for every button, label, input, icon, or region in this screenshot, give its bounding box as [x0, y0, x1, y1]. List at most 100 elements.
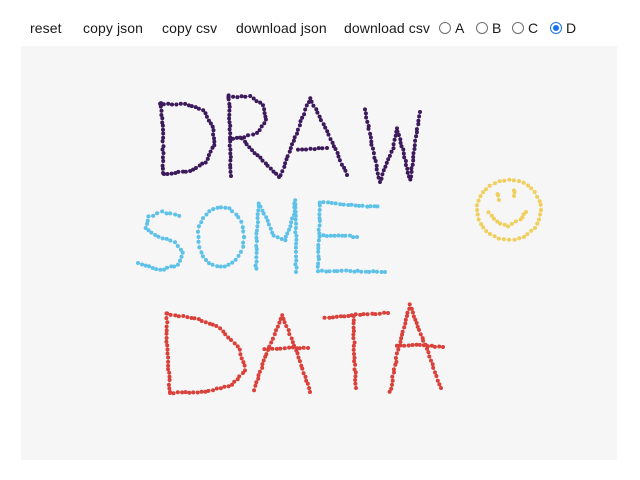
copy-json-button[interactable]: copy json: [83, 19, 143, 37]
data-point: [417, 327, 421, 332]
data-point: [160, 116, 165, 121]
data-point: [497, 179, 502, 184]
data-point: [277, 320, 282, 325]
data-point: [293, 217, 298, 222]
data-point: [380, 172, 385, 177]
data-point: [386, 311, 390, 315]
data-point: [166, 359, 171, 364]
data-point: [254, 380, 259, 385]
data-point: [295, 131, 299, 136]
data-point: [367, 269, 372, 274]
data-point: [351, 321, 356, 326]
data-point: [241, 240, 246, 245]
data-point: [394, 351, 399, 356]
download-json-button[interactable]: download json: [236, 19, 327, 37]
class-radio-a[interactable]: A: [439, 19, 464, 37]
data-point: [204, 114, 209, 119]
data-point: [294, 241, 299, 246]
data-point: [478, 194, 483, 199]
data-point: [211, 388, 215, 393]
data-point: [353, 381, 358, 386]
data-point: [439, 386, 443, 390]
data-point: [285, 231, 290, 236]
data-point: [351, 343, 356, 348]
data-point: [150, 266, 155, 270]
radio-c-circle[interactable]: [512, 22, 524, 34]
data-point: [199, 250, 204, 255]
data-point: [410, 162, 415, 167]
copy-csv-button[interactable]: copy csv: [162, 19, 217, 37]
data-point: [511, 178, 516, 183]
data-point: [244, 142, 249, 147]
data-point: [196, 239, 201, 244]
data-point: [275, 324, 280, 329]
radio-b-circle[interactable]: [476, 22, 488, 34]
data-point: [169, 171, 174, 176]
data-point: [339, 268, 344, 273]
class-radio-d[interactable]: D: [550, 19, 576, 37]
radio-d-label: D: [566, 20, 577, 36]
class-radio-b[interactable]: B: [476, 19, 501, 37]
data-point: [507, 177, 512, 182]
data-point: [396, 133, 401, 137]
data-point: [293, 245, 298, 250]
data-point: [161, 131, 166, 136]
data-point: [203, 389, 208, 394]
data-point: [413, 138, 418, 143]
data-point: [411, 158, 416, 163]
drawing-canvas[interactable]: [21, 46, 617, 460]
class-radio-c[interactable]: C: [512, 19, 538, 37]
data-point: [160, 155, 165, 160]
data-point: [261, 103, 265, 108]
data-point: [218, 326, 223, 331]
data-point: [308, 146, 313, 151]
data-point: [282, 346, 287, 351]
data-point: [315, 264, 320, 269]
data-point: [201, 216, 205, 221]
data-point: [214, 324, 219, 328]
data-point: [218, 205, 223, 210]
data-point: [251, 132, 256, 137]
data-point: [391, 146, 396, 151]
data-point: [316, 227, 321, 232]
data-point: [330, 140, 335, 145]
data-point: [353, 370, 358, 375]
data-point: [166, 355, 171, 360]
drawing-surface[interactable]: [21, 46, 617, 460]
data-point: [361, 312, 366, 317]
data-point: [253, 383, 258, 388]
data-point: [346, 203, 351, 207]
data-point: [294, 237, 299, 242]
data-point: [254, 250, 259, 255]
data-point: [266, 222, 271, 227]
data-point: [246, 133, 250, 138]
data-point: [237, 347, 242, 352]
data-point: [403, 317, 408, 322]
data-point: [476, 217, 481, 222]
data-point: [226, 384, 231, 389]
data-point: [382, 310, 387, 315]
data-point: [384, 160, 389, 165]
data-point: [323, 125, 328, 130]
data-point: [290, 345, 295, 350]
data-point: [222, 384, 227, 389]
data-point: [326, 200, 331, 205]
radio-a-circle[interactable]: [439, 22, 451, 34]
data-point: [317, 203, 322, 208]
data-point: [427, 354, 432, 359]
reset-button[interactable]: reset: [30, 19, 62, 37]
data-point: [255, 220, 260, 225]
data-point: [333, 147, 338, 151]
data-point: [327, 315, 332, 320]
data-point: [351, 347, 356, 352]
radio-d-circle[interactable]: [550, 22, 562, 34]
data-point: [529, 186, 534, 191]
data-point: [161, 159, 166, 163]
data-point: [196, 106, 201, 111]
data-point: [401, 147, 406, 152]
data-point: [353, 374, 358, 379]
data-point: [398, 140, 403, 145]
data-point: [228, 169, 233, 174]
download-csv-button[interactable]: download csv: [344, 19, 430, 37]
data-point: [316, 146, 321, 151]
